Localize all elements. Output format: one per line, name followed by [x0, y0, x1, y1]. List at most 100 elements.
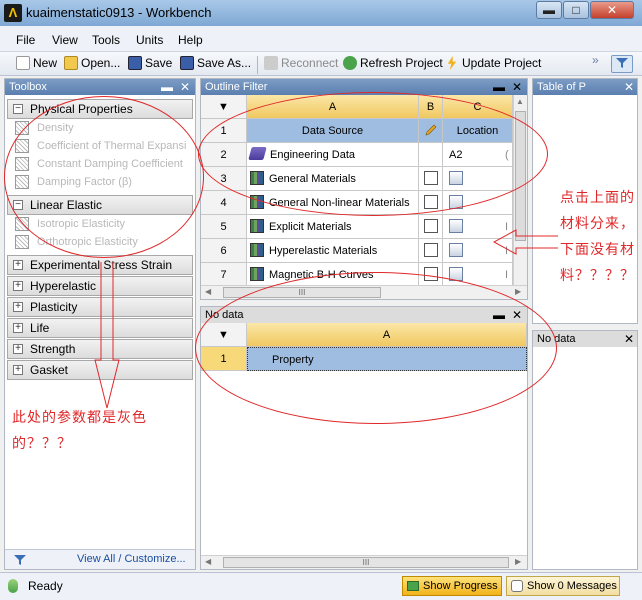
- property-icon: [15, 157, 29, 171]
- material-library-row[interactable]: General Materials: [247, 167, 419, 191]
- show-messages-button[interactable]: Show 0 Messages: [506, 576, 620, 596]
- update-project-button[interactable]: Update Project: [445, 56, 541, 74]
- expand-icon[interactable]: +: [13, 323, 23, 333]
- material-library-row[interactable]: Engineering Data: [247, 143, 419, 167]
- library-checkbox[interactable]: [423, 267, 438, 281]
- window-title: kuaimenstatic0913 - Workbench: [26, 5, 212, 20]
- material-library-row[interactable]: Magnetic B-H Curves: [247, 263, 419, 285]
- expand-icon[interactable]: +: [13, 302, 23, 312]
- collapse-icon[interactable]: −: [13, 200, 23, 210]
- toolbox-title: Toolbox: [9, 81, 47, 93]
- maximize-button[interactable]: □: [563, 1, 589, 19]
- toolbox-item[interactable]: Orthotropic Elasticity: [15, 233, 138, 251]
- engineering-data-book-icon: [248, 147, 267, 160]
- close-window-button[interactable]: ✕: [590, 1, 634, 19]
- refresh-project-button[interactable]: Refresh Project: [343, 56, 443, 74]
- material-library-name: Engineering Data: [270, 149, 356, 161]
- save-button[interactable]: Save: [128, 56, 172, 74]
- properties-panel: No data ▬ ✕ ▼ A 1 Property ◀ III ▶: [200, 306, 528, 570]
- library-checkbox[interactable]: [423, 171, 438, 185]
- library-checkbox[interactable]: [423, 219, 438, 233]
- expand-icon[interactable]: +: [13, 260, 23, 270]
- toolbox-item[interactable]: Density: [15, 119, 74, 137]
- outline-column-b[interactable]: B: [419, 95, 443, 119]
- properties-close-button[interactable]: ✕: [511, 307, 523, 323]
- reconnect-button[interactable]: Reconnect: [264, 56, 338, 74]
- outline-horizontal-scrollbar[interactable]: ◀ III ▶: [201, 285, 527, 299]
- scroll-left-icon[interactable]: ◀: [205, 287, 211, 296]
- filter-icon[interactable]: [611, 55, 633, 73]
- expand-icon[interactable]: +: [13, 365, 23, 375]
- collapse-icon[interactable]: −: [13, 104, 23, 114]
- annotation-line: 的？？？: [12, 435, 72, 451]
- chart-panel-close-button[interactable]: ✕: [623, 331, 635, 347]
- library-checkbox[interactable]: [423, 195, 438, 209]
- menu-units[interactable]: Units: [136, 33, 163, 47]
- table-of-close-button[interactable]: ✕: [623, 79, 635, 95]
- outline-column-a[interactable]: A: [247, 95, 419, 119]
- open-button[interactable]: Open...: [64, 56, 120, 74]
- outline-scroll-thumb[interactable]: [515, 111, 526, 241]
- toolbox-category-label: Strength: [30, 342, 76, 356]
- browse-location-icon[interactable]: [449, 243, 463, 257]
- properties-corner-sort[interactable]: ▼: [201, 323, 247, 347]
- toolbox-item[interactable]: Constant Damping Coefficient: [15, 155, 183, 173]
- properties-pin-button[interactable]: ▬: [493, 307, 505, 323]
- annotation-line: 料？？？？: [560, 267, 635, 283]
- property-cell[interactable]: Property: [247, 347, 527, 371]
- toolbar-overflow[interactable]: »: [592, 53, 599, 71]
- outline-close-button[interactable]: ✕: [511, 79, 523, 95]
- browse-location-icon[interactable]: [449, 267, 463, 281]
- toolbox-item-label: Orthotropic Elasticity: [37, 236, 138, 248]
- outline-title: Outline Filter: [205, 81, 268, 93]
- toolbox-pin-button[interactable]: ▬: [161, 79, 173, 95]
- toolbox-item[interactable]: Isotropic Elasticity: [15, 215, 125, 233]
- toolbox-item[interactable]: Coefficient of Thermal Expansi: [15, 137, 186, 155]
- view-all-customize-link[interactable]: View All / Customize...: [77, 553, 186, 565]
- new-button[interactable]: New: [16, 56, 57, 74]
- material-library-row[interactable]: General Non-linear Materials: [247, 191, 419, 215]
- show-progress-button[interactable]: Show Progress: [402, 576, 502, 596]
- toolbox-item-label: Damping Factor (β): [37, 176, 132, 188]
- toolbox-category[interactable]: − Physical Properties: [7, 99, 193, 119]
- scroll-right-icon[interactable]: ▶: [515, 557, 521, 566]
- menu-bar: File View Tools Units Help: [0, 26, 642, 52]
- menu-help[interactable]: Help: [178, 33, 203, 47]
- progress-icon: [407, 581, 419, 591]
- data-source-header: Data Source: [247, 119, 419, 143]
- material-library-icon: [250, 267, 264, 281]
- scroll-right-icon[interactable]: ▶: [515, 287, 521, 296]
- expand-icon[interactable]: +: [13, 281, 23, 291]
- minimize-button[interactable]: ▬: [536, 1, 562, 19]
- browse-location-icon[interactable]: [449, 219, 463, 233]
- outline-row-number: 7: [201, 263, 247, 285]
- annotation-line: 此处的参数都是灰色: [12, 409, 147, 425]
- menu-tools[interactable]: Tools: [92, 33, 120, 47]
- outline-corner-sort[interactable]: ▼: [201, 95, 247, 119]
- refresh-icon: [343, 56, 357, 70]
- chart-panel-title: No data: [537, 333, 576, 345]
- expand-icon[interactable]: +: [13, 344, 23, 354]
- browse-location-icon[interactable]: [449, 195, 463, 209]
- properties-column-a[interactable]: A: [247, 323, 527, 347]
- outline-hscroll-thumb[interactable]: III: [223, 287, 381, 298]
- scroll-up-icon[interactable]: ▲: [516, 97, 524, 106]
- toolbox-item[interactable]: Damping Factor (β): [15, 173, 132, 191]
- material-library-row[interactable]: Explicit Materials: [247, 215, 419, 239]
- properties-horizontal-scrollbar[interactable]: ◀ III ▶: [201, 555, 527, 569]
- toolbox-close-button[interactable]: ✕: [179, 79, 191, 95]
- outline-pin-button[interactable]: ▬: [493, 79, 505, 95]
- toolbox-item-label: Isotropic Elasticity: [37, 218, 126, 230]
- material-library-row[interactable]: Hyperelastic Materials: [247, 239, 419, 263]
- annotation-text-left: 此处的参数都是灰色 的？？？: [12, 404, 192, 456]
- lightning-icon: [447, 56, 457, 70]
- browse-location-icon[interactable]: [449, 171, 463, 185]
- save-as-button[interactable]: Save As...: [180, 56, 251, 74]
- scroll-left-icon[interactable]: ◀: [205, 557, 211, 566]
- menu-view[interactable]: View: [52, 33, 78, 47]
- toolbox-category[interactable]: − Linear Elastic: [7, 195, 193, 215]
- menu-file[interactable]: File: [16, 33, 35, 47]
- properties-hscroll-thumb[interactable]: III: [223, 557, 509, 568]
- outline-column-c[interactable]: C: [443, 95, 513, 119]
- library-checkbox[interactable]: [423, 243, 438, 257]
